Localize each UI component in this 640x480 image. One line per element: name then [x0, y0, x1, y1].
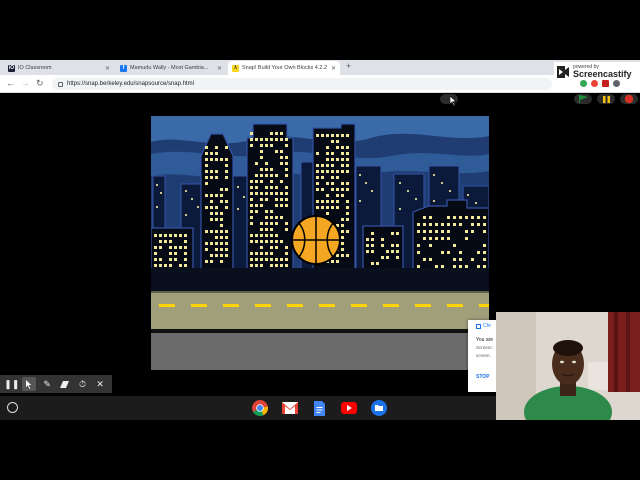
- lane-dash: [191, 304, 207, 307]
- lane-dash: [159, 304, 175, 307]
- extension-green-icon[interactable]: [580, 80, 587, 87]
- screencastify-logo: powered by Screencastify: [554, 62, 640, 82]
- google-docs-icon[interactable]: [310, 399, 328, 417]
- timer-icon[interactable]: ⏱: [75, 377, 89, 391]
- lock-icon: [58, 81, 63, 87]
- close-icon[interactable]: ✕: [105, 65, 110, 72]
- youtube-icon[interactable]: [340, 399, 358, 417]
- files-icon[interactable]: [370, 399, 388, 417]
- tab-snap[interactable]: λ Snap! Build Your Own Blocks 4.2.2 ✕: [228, 61, 340, 75]
- close-icon[interactable]: ✕: [217, 65, 222, 72]
- screencastify-record-icon[interactable]: [602, 80, 609, 87]
- green-flag-icon: [578, 95, 588, 103]
- tab-label: Mamudu Wally - Most Gambia...: [130, 65, 209, 71]
- city-night-scene: [151, 116, 489, 370]
- pause-recording-icon[interactable]: ❚❚: [4, 377, 19, 391]
- popup-line-2: screen.: [476, 353, 491, 359]
- url-text: https://snap.berkeley.edu/snapsource/sna…: [67, 81, 194, 87]
- screencast-icon: [476, 323, 481, 329]
- tab-io-classroom[interactable]: iO IO Classroom ✕: [4, 61, 114, 75]
- close-icon[interactable]: ✕: [331, 65, 336, 72]
- chrome-icon[interactable]: [251, 399, 269, 417]
- extension-red-icon[interactable]: [591, 80, 598, 87]
- io-favicon-icon: iO: [8, 64, 15, 72]
- popup-title: You are: [476, 337, 494, 343]
- screencastify-icon: [557, 66, 569, 78]
- lane-dash: [223, 304, 239, 307]
- facebook-favicon-icon: f: [120, 64, 127, 72]
- green-flag-button[interactable]: [574, 94, 592, 104]
- lane-dash: [319, 304, 335, 307]
- pen-tool-icon[interactable]: ✎: [40, 377, 54, 391]
- launcher-icon[interactable]: [7, 402, 18, 413]
- reload-icon[interactable]: ↻: [36, 78, 44, 89]
- mouse-cursor-icon: [450, 96, 457, 106]
- lane-dash: [351, 304, 367, 307]
- pause-button[interactable]: [597, 94, 615, 104]
- stop-sharing-button[interactable]: STOP: [476, 374, 496, 380]
- back-arrow-icon[interactable]: ←: [6, 78, 15, 88]
- address-bar[interactable]: https://snap.berkeley.edu/snapsource/sna…: [52, 78, 552, 90]
- lane-dash: [255, 304, 271, 307]
- lane-dash: [383, 304, 399, 307]
- stop-sign-icon: [625, 95, 633, 103]
- lane-dash: [479, 304, 489, 307]
- cursor-tool-icon[interactable]: [22, 377, 37, 391]
- screen: iO IO Classroom ✕ f Mamudu Wally - Most …: [0, 0, 640, 480]
- menu-icon[interactable]: [613, 80, 620, 87]
- stop-button[interactable]: [620, 94, 638, 104]
- tab-label: IO Classroom: [18, 65, 52, 71]
- annotation-toolbar: ❚❚ ✎ ⏱ ✕: [0, 375, 112, 393]
- tab-strip: iO IO Classroom ✕ f Mamudu Wally - Most …: [0, 60, 640, 75]
- tab-label: Snap! Build Your Own Blocks 4.2.2: [242, 65, 327, 71]
- webcam-overlay: [496, 312, 640, 420]
- basketball-sprite[interactable]: [291, 215, 341, 265]
- snap-favicon-icon: λ: [232, 64, 239, 72]
- lane-dash: [287, 304, 303, 307]
- eraser-tool-icon[interactable]: [58, 377, 72, 391]
- popup-header: Chr: [483, 323, 492, 329]
- extension-icons: [580, 80, 620, 87]
- screencastify-brand: Screencastify: [573, 69, 632, 79]
- snap-stage[interactable]: [151, 116, 489, 370]
- lane-dash: [447, 304, 463, 307]
- pause-icon: [602, 95, 610, 103]
- close-toolbar-icon[interactable]: ✕: [93, 377, 107, 391]
- new-tab-button[interactable]: +: [346, 61, 351, 71]
- forward-arrow-icon[interactable]: →: [21, 78, 30, 88]
- popup-line-1: Screenc: [476, 345, 493, 350]
- screencastify-popup: Chr You are Screenc screen. STOP: [468, 320, 496, 392]
- browser-toolbar: ← → ↻ https://snap.berkeley.edu/snapsour…: [0, 75, 640, 93]
- gmail-icon[interactable]: [281, 399, 299, 417]
- tab-facebook[interactable]: f Mamudu Wally - Most Gambia... ✕: [116, 61, 226, 75]
- lane-dash: [415, 304, 431, 307]
